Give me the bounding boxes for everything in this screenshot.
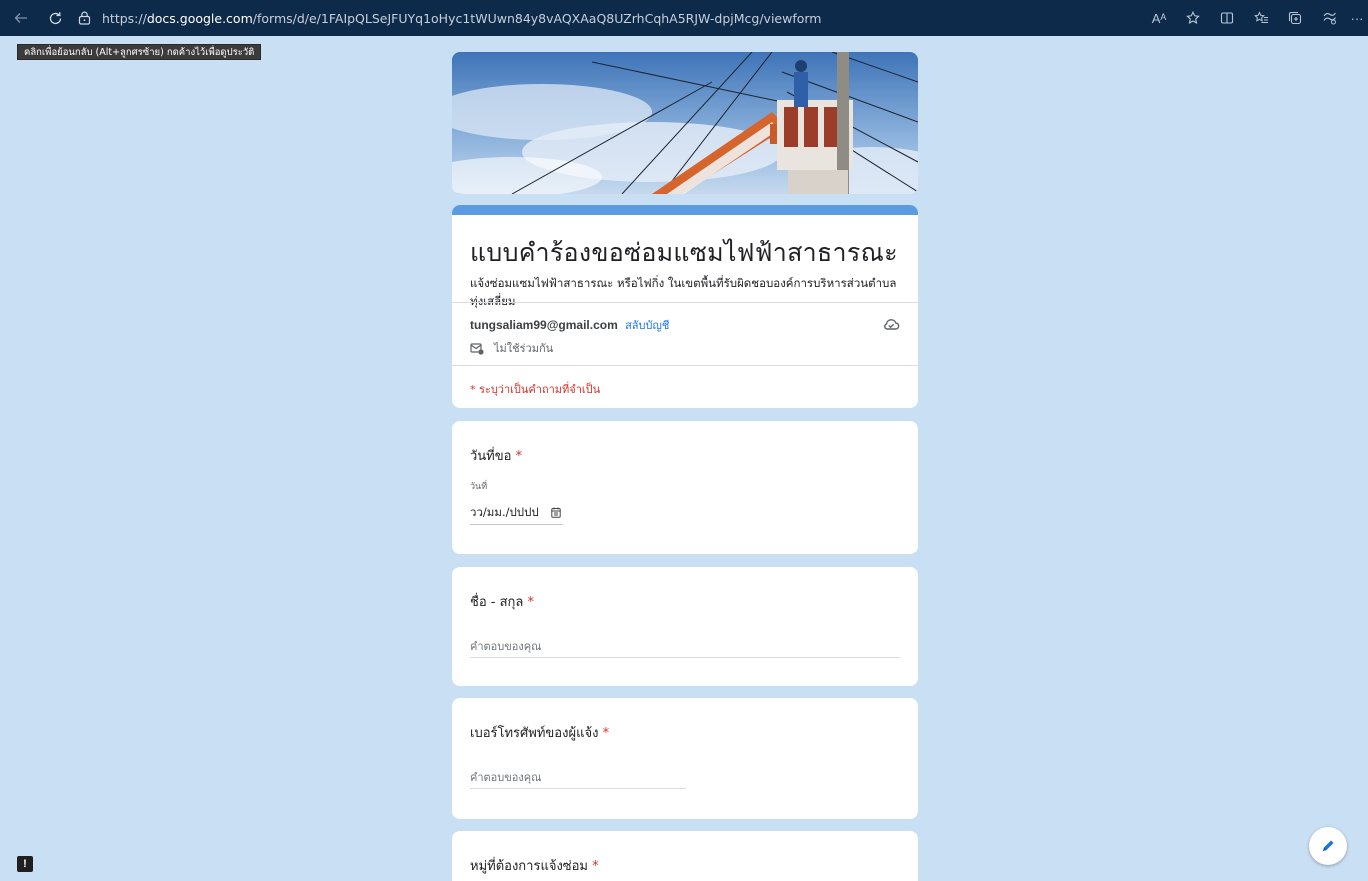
calendar-icon[interactable]	[551, 507, 561, 518]
header-image	[452, 52, 918, 194]
extensions-icon[interactable]	[1312, 0, 1346, 36]
accent-stripe	[452, 205, 918, 215]
favorites-icon[interactable]	[1244, 0, 1278, 36]
collections-icon[interactable]	[1278, 0, 1312, 36]
required-star: *	[515, 449, 523, 464]
date-input[interactable]: วว/มม./ปปปป	[470, 501, 563, 525]
url-host: docs.google.com	[146, 10, 253, 26]
question-card-village: หมู่ที่ต้องการแจ้งซ่อม *	[452, 831, 918, 881]
date-sub-label: วันที่	[470, 482, 488, 492]
url-prefix: https://	[102, 10, 147, 26]
refresh-icon[interactable]	[44, 7, 66, 29]
split-screen-icon[interactable]	[1210, 0, 1244, 36]
mail-not-shared-icon	[470, 342, 484, 355]
name-answer-input[interactable]: คำตอบของคุณ	[470, 634, 900, 658]
divider	[452, 302, 918, 303]
cloud-saved-icon	[882, 315, 900, 333]
question-title: หมู่ที่ต้องการแจ้งซ่อม *	[470, 855, 599, 876]
not-shared-row: ไม่ใช้ร่วมกัน	[470, 339, 553, 357]
question-title: วันที่ขอ *	[470, 445, 522, 466]
address-bar[interactable]: https://docs.google.com/forms/d/e/1FAIpQ…	[78, 5, 822, 31]
question-card-phone: เบอร์โทรศัพท์ของผู้แจ้ง * คำตอบของคุณ	[452, 698, 918, 819]
read-aloud-icon[interactable]: Aᴬ	[1142, 0, 1176, 36]
question-title-text: ชื่อ - สกุล	[470, 595, 524, 610]
question-title-text: เบอร์โทรศัพท์ของผู้แจ้ง	[470, 726, 599, 741]
favorite-star-icon[interactable]	[1176, 0, 1210, 36]
back-tooltip: คลิกเพื่อย้อนกลับ (Alt+ลูกศรซ้าย) กดค้าง…	[17, 44, 262, 60]
required-star: *	[527, 595, 535, 610]
required-note: * ระบุว่าเป็นคำถามที่จำเป็น	[470, 383, 601, 396]
question-title-text: หมู่ที่ต้องการแจ้งซ่อม	[470, 859, 589, 874]
answer-placeholder: คำตอบของคุณ	[470, 770, 542, 784]
back-arrow-icon[interactable]	[10, 7, 32, 29]
form-title: แบบคำร้องขอซ่อมแซมไฟฟ้าสาธารณะ	[470, 238, 898, 267]
pencil-icon	[1323, 840, 1334, 851]
lock-icon	[78, 11, 94, 25]
question-title: เบอร์โทรศัพท์ของผู้แจ้ง *	[470, 722, 609, 743]
divider	[452, 365, 918, 366]
account-info: tungsaliam99@gmail.com สลับบัญชี	[470, 316, 669, 334]
not-shared-label: ไม่ใช้ร่วมกัน	[494, 342, 554, 355]
edit-pencil-button[interactable]	[1309, 827, 1347, 865]
form-header-card: แบบคำร้องขอซ่อมแซมไฟฟ้าสาธารณะ แจ้งซ่อมแ…	[452, 205, 918, 408]
answer-placeholder: คำตอบของคุณ	[470, 639, 542, 653]
browser-actions: Aᴬ ···	[1142, 0, 1368, 36]
switch-account-link[interactable]: สลับบัญชี	[625, 319, 669, 332]
browser-toolbar: https://docs.google.com/forms/d/e/1FAIpQ…	[0, 0, 1368, 36]
date-placeholder: วว/มม./ปปปป	[470, 504, 539, 519]
required-star: *	[602, 726, 610, 741]
phone-answer-input[interactable]: คำตอบของคุณ	[470, 765, 686, 789]
question-card-date: วันที่ขอ * วันที่ วว/มม./ปปปป	[452, 421, 918, 554]
question-card-name: ชื่อ - สกุล * คำตอบของคุณ	[452, 567, 918, 686]
feedback-icon[interactable]: !	[17, 856, 33, 872]
question-title: ชื่อ - สกุล *	[470, 591, 534, 612]
form-description: แจ้งซ่อมแซมไฟฟ้าสาธารณะ หรือไฟกิ่ง ในเขต…	[470, 276, 897, 308]
more-icon[interactable]: ···	[1346, 0, 1368, 36]
question-title-text: วันที่ขอ	[470, 449, 512, 464]
account-email: tungsaliam99@gmail.com	[470, 318, 618, 332]
required-star: *	[592, 859, 599, 874]
url-path: /forms/d/e/1FAIpQLSeJFUYq1oHyc1tWUwn84y8…	[252, 10, 822, 26]
